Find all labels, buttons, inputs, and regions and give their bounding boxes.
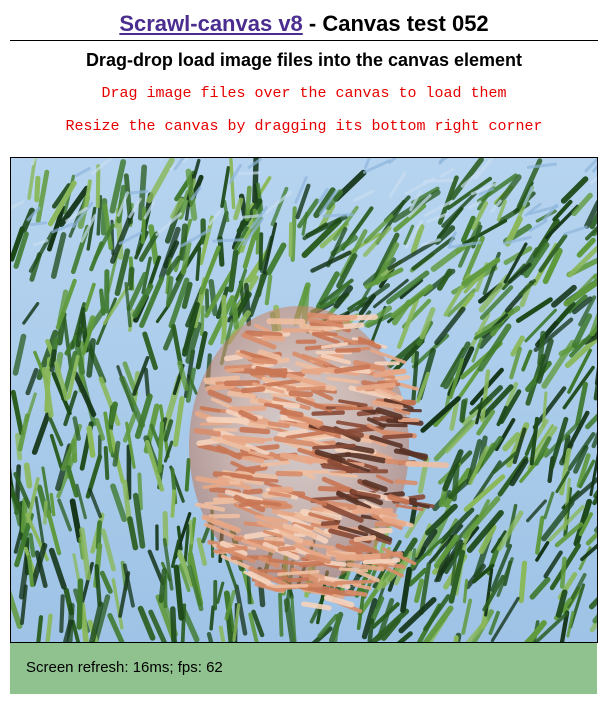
instruction-resize: Resize the canvas by dragging its bottom… [65, 118, 543, 135]
status-text: Screen refresh: 16ms; fps: 62 [26, 659, 223, 676]
drop-canvas[interactable] [10, 157, 598, 643]
page-subtitle: Drag-drop load image files into the canv… [85, 50, 523, 70]
scrawl-canvas-link[interactable]: Scrawl-canvas v8 [119, 11, 302, 36]
page-title: Scrawl-canvas v8 - Canvas test 052 [10, 10, 598, 38]
instruction-drag: Drag image files over the canvas to load… [101, 85, 507, 102]
status-bar: Screen refresh: 16ms; fps: 62 [10, 643, 597, 694]
page-header: Scrawl-canvas v8 - Canvas test 052 [10, 0, 598, 41]
page-title-rest: - Canvas test 052 [302, 11, 489, 36]
painted-portrait-image [11, 158, 597, 642]
